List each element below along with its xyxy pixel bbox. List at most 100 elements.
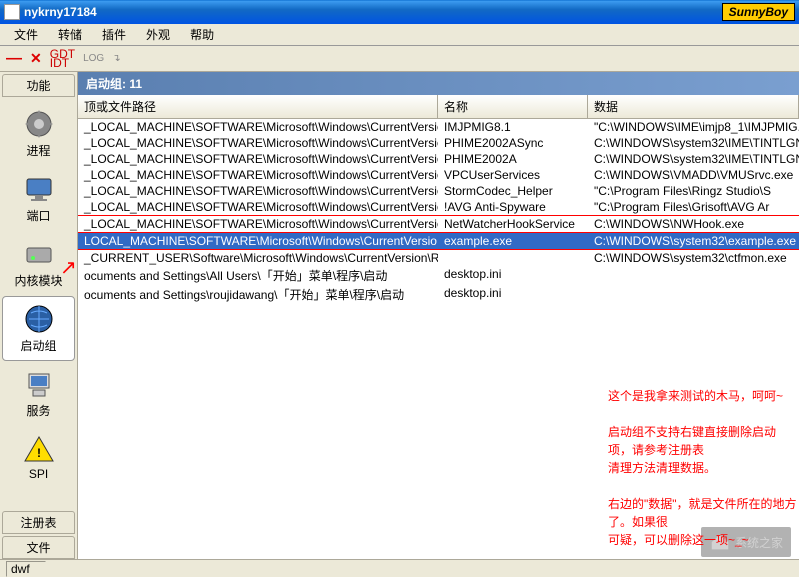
cell-path: LOCAL_MACHINE\SOFTWARE\Microsoft\Windows…: [78, 233, 438, 249]
table-header: 顶或文件路径 名称 数据: [78, 95, 799, 119]
sidebar-tab-files[interactable]: 文件: [2, 536, 75, 559]
table-row[interactable]: _LOCAL_MACHINE\SOFTWARE\Microsoft\Window…: [78, 167, 799, 183]
menubar: 文件 转储 插件 外观 帮助: [0, 24, 799, 46]
col-path[interactable]: 顶或文件路径: [78, 95, 438, 118]
brand-badge: SunnyBoy: [722, 3, 795, 21]
cell-data: "C:\Program Files\Grisoft\AVG Ar: [588, 199, 799, 215]
status-text: dwf: [6, 561, 46, 577]
annotation-line: 启动组不支持右键直接删除启动项，请参考注册表: [608, 423, 799, 459]
annotation-line: [608, 405, 799, 423]
annotation-line: 可疑，可以删除这一项~_~: [608, 531, 799, 549]
table-row[interactable]: _LOCAL_MACHINE\SOFTWARE\Microsoft\Window…: [78, 183, 799, 199]
cell-path: _LOCAL_MACHINE\SOFTWARE\Microsoft\Window…: [78, 119, 438, 135]
cell-name: !AVG Anti-Spyware: [438, 199, 588, 215]
table-body: _LOCAL_MACHINE\SOFTWARE\Microsoft\Window…: [78, 119, 799, 304]
cell-path: ocuments and Settings\roujidawang\「开始」菜单…: [78, 285, 438, 304]
tool-gdt-button[interactable]: GDTIDT: [50, 50, 75, 68]
titlebar: nykrny17184 SunnyBoy: [0, 0, 799, 24]
table-row[interactable]: _LOCAL_MACHINE\SOFTWARE\Microsoft\Window…: [78, 119, 799, 135]
main-area: 功能 进程 端口 内核模块 启动组 服务 !: [0, 72, 799, 559]
tool-close-icon[interactable]: ✕: [30, 50, 42, 67]
sidebar-item-spi[interactable]: ! SPI: [2, 426, 75, 488]
table-row[interactable]: _LOCAL_MACHINE\SOFTWARE\Microsoft\Window…: [78, 199, 799, 215]
drive-icon: [23, 238, 55, 270]
sidebar-item-kernel[interactable]: 内核模块: [2, 231, 75, 296]
annotation-overlay: 这个是我拿来测试的木马，呵呵~ 启动组不支持右键直接删除启动项，请参考注册表清理…: [608, 387, 799, 549]
col-name[interactable]: 名称: [438, 95, 588, 118]
app-icon: [4, 4, 20, 20]
sidebar-item-label: 进程: [26, 142, 50, 159]
cell-path: _LOCAL_MACHINE\SOFTWARE\Microsoft\Window…: [78, 216, 438, 232]
table-row[interactable]: _CURRENT_USER\Software\Microsoft\Windows…: [78, 249, 799, 266]
computer-icon: [23, 368, 55, 400]
cell-name: NetWatcherHookService: [438, 216, 588, 232]
sidebar-tab-registry[interactable]: 注册表: [2, 511, 75, 534]
table-container[interactable]: 顶或文件路径 名称 数据 _LOCAL_MACHINE\SOFTWARE\Mic…: [78, 95, 799, 559]
cell-data: "C:\WINDOWS\IME\imjp8_1\IMJPMIG.: [588, 119, 799, 135]
sidebar-item-services[interactable]: 服务: [2, 361, 75, 426]
menu-help[interactable]: 帮助: [182, 24, 222, 45]
table-row[interactable]: _LOCAL_MACHINE\SOFTWARE\Microsoft\Window…: [78, 135, 799, 151]
table-row[interactable]: ocuments and Settings\roujidawang\「开始」菜单…: [78, 285, 799, 304]
sidebar-item-label: 服务: [26, 402, 50, 419]
cell-path: _LOCAL_MACHINE\SOFTWARE\Microsoft\Window…: [78, 199, 438, 215]
cell-name: VPCUserServices: [438, 167, 588, 183]
sidebar-tab-functions[interactable]: 功能: [2, 74, 75, 97]
table-row[interactable]: LOCAL_MACHINE\SOFTWARE\Microsoft\Windows…: [78, 232, 799, 249]
cell-data: C:\WINDOWS\system32\IME\TINTLGNT: [588, 151, 799, 167]
cell-data: C:\WINDOWS\system32\ctfmon.exe: [588, 250, 799, 266]
cell-path: ocuments and Settings\All Users\「开始」菜单\程…: [78, 266, 438, 285]
monitor-icon: [23, 173, 55, 205]
menu-appearance[interactable]: 外观: [138, 24, 178, 45]
table-row[interactable]: _LOCAL_MACHINE\SOFTWARE\Microsoft\Window…: [78, 215, 799, 232]
cell-data: C:\WINDOWS\NWHook.exe: [588, 216, 799, 232]
annotation-line: [608, 477, 799, 495]
tool-arrow-icon[interactable]: ↴: [112, 53, 120, 64]
cell-name: example.exe: [438, 233, 588, 249]
content-header: 启动组: 11: [78, 72, 799, 95]
table-row[interactable]: _LOCAL_MACHINE\SOFTWARE\Microsoft\Window…: [78, 151, 799, 167]
menu-file[interactable]: 文件: [6, 24, 46, 45]
cell-name: IMJPMIG8.1: [438, 119, 588, 135]
cell-data: [588, 285, 799, 304]
gear-icon: [23, 108, 55, 140]
sidebar-item-label: 端口: [26, 207, 50, 224]
statusbar: dwf: [0, 559, 799, 577]
cell-path: _LOCAL_MACHINE\SOFTWARE\Microsoft\Window…: [78, 183, 438, 199]
annotation-line: 清理方法清理数据。: [608, 459, 799, 477]
warning-icon: !: [23, 433, 55, 465]
menu-dump[interactable]: 转储: [50, 24, 90, 45]
cell-name: PHIME2002A: [438, 151, 588, 167]
cell-name: PHIME2002ASync: [438, 135, 588, 151]
annotation-line: 右边的"数据"，就是文件所在的地方了。如果很: [608, 495, 799, 531]
cell-name: [438, 250, 588, 266]
tool-log-button[interactable]: LOG: [83, 53, 104, 64]
cell-data: C:\WINDOWS\system32\example.exe: [588, 233, 799, 249]
menu-plugins[interactable]: 插件: [94, 24, 134, 45]
cell-path: _LOCAL_MACHINE\SOFTWARE\Microsoft\Window…: [78, 135, 438, 151]
sidebar-item-label: 启动组: [20, 337, 56, 354]
col-data[interactable]: 数据: [588, 95, 799, 118]
cell-name: StormCodec_Helper: [438, 183, 588, 199]
cell-data: C:\WINDOWS\system32\IME\TINTLGNT: [588, 135, 799, 151]
cell-data: C:\WINDOWS\VMADD\VMUSrvc.exe: [588, 167, 799, 183]
window-title: nykrny17184: [24, 5, 97, 19]
sidebar-item-port[interactable]: 端口: [2, 166, 75, 231]
content-pane: 启动组: 11 顶或文件路径 名称 数据 _LOCAL_MACHINE\SOFT…: [78, 72, 799, 559]
sidebar-item-process[interactable]: 进程: [2, 101, 75, 166]
cell-name: desktop.ini: [438, 266, 588, 285]
cell-data: [588, 266, 799, 285]
annotation-line: 这个是我拿来测试的木马，呵呵~: [608, 387, 799, 405]
cell-data: "C:\Program Files\Ringz Studio\S: [588, 183, 799, 199]
table-row[interactable]: ocuments and Settings\All Users\「开始」菜单\程…: [78, 266, 799, 285]
sidebar-item-label: SPI: [29, 467, 48, 481]
cell-name: desktop.ini: [438, 285, 588, 304]
svg-text:!: !: [37, 446, 41, 460]
sidebar-item-startup[interactable]: 启动组: [2, 296, 75, 361]
globe-icon: [23, 303, 55, 335]
cell-path: _LOCAL_MACHINE\SOFTWARE\Microsoft\Window…: [78, 151, 438, 167]
sidebar: 功能 进程 端口 内核模块 启动组 服务 !: [0, 72, 78, 559]
sidebar-item-label: 内核模块: [14, 272, 62, 289]
tool-minus-icon[interactable]: —: [6, 50, 22, 68]
toolbar: — ✕ GDTIDT LOG ↴: [0, 46, 799, 72]
